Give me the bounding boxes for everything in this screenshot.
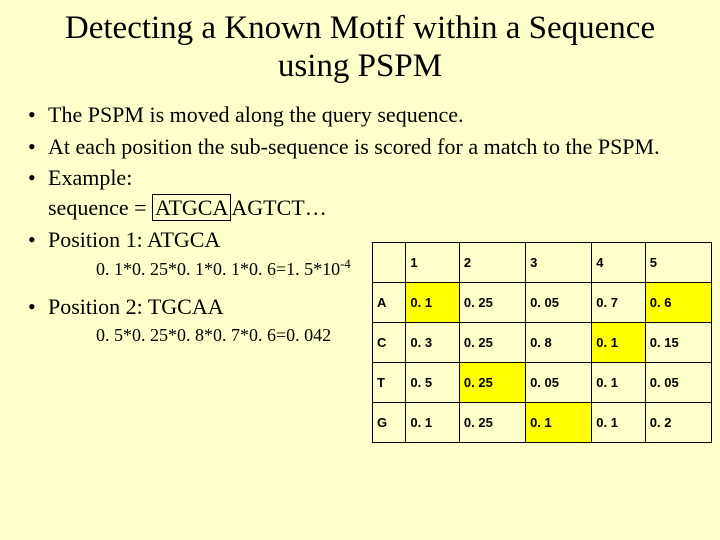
table-cell: 0. 25 [459, 403, 525, 443]
col-head: 3 [526, 243, 592, 283]
table-row: G0. 10. 250. 10. 10. 2 [373, 403, 712, 443]
row-head: T [373, 363, 406, 403]
table-cell: 0. 7 [592, 283, 646, 323]
table-cell: 0. 1 [592, 363, 646, 403]
table-cell: 0. 1 [526, 403, 592, 443]
row-head: C [373, 323, 406, 363]
pspm-table: 1 2 3 4 5 A0. 10. 250. 050. 70. 6C0. 30.… [372, 242, 712, 443]
slide-title: Detecting a Known Motif within a Sequenc… [0, 0, 720, 100]
table-row: C0. 30. 250. 80. 10. 15 [373, 323, 712, 363]
table-cell: 0. 05 [526, 363, 592, 403]
calc-1-text: 0. 1*0. 25*0. 1*0. 1*0. 6=1. 5*10 [96, 259, 340, 279]
row-head: G [373, 403, 406, 443]
table-cell: 0. 05 [645, 363, 711, 403]
table-cell: 0. 1 [592, 323, 646, 363]
example-label: Example: [48, 165, 132, 190]
col-head: 5 [645, 243, 711, 283]
table-cell: 0. 1 [406, 403, 460, 443]
sequence-prefix: sequence = [48, 195, 152, 220]
col-head: 1 [406, 243, 460, 283]
sequence-suffix: AGTCT… [231, 195, 326, 220]
table-cell: 0. 25 [459, 363, 525, 403]
bullet-example: Example: sequence = ATGCAAGTCT… [26, 163, 694, 222]
bullet-2: At each position the sub-sequence is sco… [26, 132, 694, 162]
row-head: A [373, 283, 406, 323]
table-header-row: 1 2 3 4 5 [373, 243, 712, 283]
bullet-list: The PSPM is moved along the query sequen… [26, 100, 694, 254]
table-cell: 0. 25 [459, 323, 525, 363]
table-cell: 0. 5 [406, 363, 460, 403]
table-cell: 0. 6 [645, 283, 711, 323]
table-cell: 0. 05 [526, 283, 592, 323]
col-head: 4 [592, 243, 646, 283]
bullet-1: The PSPM is moved along the query sequen… [26, 100, 694, 130]
col-head: 2 [459, 243, 525, 283]
table-cell: 0. 1 [406, 283, 460, 323]
table-cell: 0. 15 [645, 323, 711, 363]
pspm-table-wrap: 1 2 3 4 5 A0. 10. 250. 050. 70. 6C0. 30.… [372, 242, 712, 443]
table-corner [373, 243, 406, 283]
table-cell: 0. 1 [592, 403, 646, 443]
table-cell: 0. 2 [645, 403, 711, 443]
table-cell: 0. 25 [459, 283, 525, 323]
table-row: A0. 10. 250. 050. 70. 6 [373, 283, 712, 323]
sequence-box: ATGCA [152, 194, 231, 221]
table-cell: 0. 3 [406, 323, 460, 363]
table-row: T0. 50. 250. 050. 10. 05 [373, 363, 712, 403]
calc-1-exp: -4 [340, 257, 351, 271]
table-cell: 0. 8 [526, 323, 592, 363]
